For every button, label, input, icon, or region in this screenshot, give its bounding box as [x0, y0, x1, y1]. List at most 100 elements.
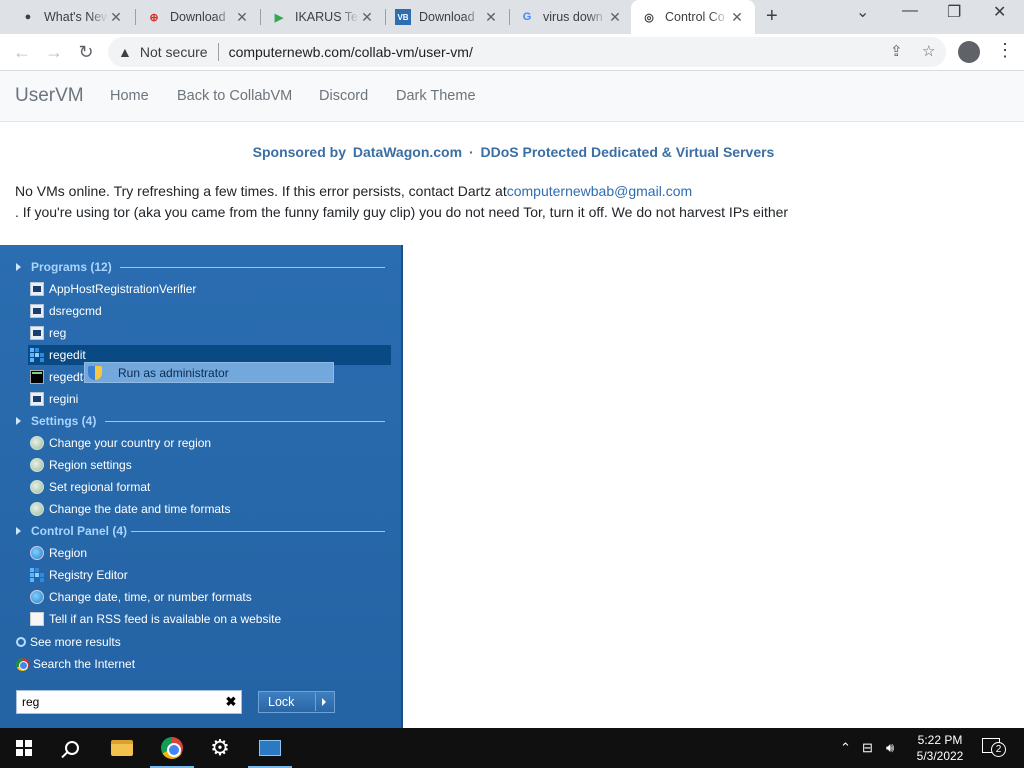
group-divider [120, 267, 385, 268]
result-date-number-formats[interactable]: Change date, time, or number formats [30, 588, 252, 606]
reload-icon[interactable]: ↻ [74, 40, 98, 64]
result-regini[interactable]: regini [30, 390, 78, 408]
result-label: dsregcmd [49, 304, 102, 318]
address-bar[interactable]: ▲ Not secure computernewb.com/collab-vm/… [108, 37, 946, 67]
group-control-panel[interactable]: Control Panel (4) [16, 522, 385, 540]
minimize-icon[interactable]: — [902, 2, 918, 20]
tab-control-collabvm[interactable]: ◎ Control Co ✕ [631, 0, 755, 34]
taskbar-remote-desktop[interactable] [246, 728, 294, 768]
volume-icon[interactable]: 🔊︎ [886, 728, 894, 768]
group-divider [131, 531, 385, 532]
tab-whats-new[interactable]: ● What's New ✕ [10, 0, 134, 34]
antivirus-icon: ⊕ [149, 11, 159, 24]
system-clock[interactable]: 5:22 PM 5/3/2022 [905, 732, 975, 764]
nav-back-to-collabvm[interactable]: Back to CollabVM [177, 88, 292, 104]
lock-options-arrow-icon[interactable] [322, 698, 326, 706]
result-label: Change the date and time formats [49, 502, 231, 516]
group-label: Programs (12) [31, 260, 112, 274]
result-apphostregistrationverifier[interactable]: AppHostRegistrationVerifier [30, 280, 196, 298]
google-icon: G [522, 11, 532, 23]
taskbar-chrome[interactable] [148, 728, 196, 768]
result-region-settings[interactable]: Region settings [30, 456, 132, 474]
result-label: Tell if an RSS feed is available on a we… [49, 612, 282, 626]
close-tab-icon[interactable]: ✕ [729, 9, 745, 26]
globe-clock-icon [30, 436, 44, 450]
exe-icon [30, 304, 44, 318]
tab-download-1[interactable]: ⊕ Download ✕ [136, 0, 260, 34]
clear-search-icon[interactable]: ✖ [221, 694, 241, 710]
result-rss-feed[interactable]: Tell if an RSS feed is available on a we… [30, 610, 281, 628]
start-search-box[interactable]: ✖ [16, 690, 242, 714]
action-center-icon[interactable]: 2 [982, 736, 1006, 758]
start-button[interactable] [0, 728, 48, 768]
show-hidden-icons[interactable]: ⌃ [840, 728, 851, 768]
regedit-icon [30, 568, 44, 582]
region-globe-icon [30, 590, 44, 604]
tab-ikarus[interactable]: ▶ IKARUS Te ✕ [261, 0, 385, 34]
result-label: reg [49, 326, 67, 340]
network-icon[interactable]: ⊟ [862, 728, 873, 768]
nav-discord[interactable]: Discord [319, 88, 368, 104]
result-reg[interactable]: reg [30, 324, 66, 342]
github-icon: ● [24, 11, 32, 23]
restore-icon[interactable]: ❐ [947, 2, 961, 22]
contact-email-link[interactable]: computernewbab@gmail.com [507, 183, 692, 199]
result-label: AppHostRegistrationVerifier [49, 282, 197, 296]
sponsor-separator: · [468, 144, 474, 160]
result-region[interactable]: Region [30, 544, 87, 562]
context-menu-run-as-admin[interactable]: Run as administrator [84, 362, 334, 383]
close-window-icon[interactable]: ✕ [993, 2, 1006, 22]
tab-virus-download[interactable]: G virus down ✕ [509, 0, 633, 34]
new-tab-icon[interactable]: + [766, 5, 778, 28]
nav-dark-theme[interactable]: Dark Theme [396, 88, 476, 104]
close-tab-icon[interactable]: ✕ [108, 9, 124, 26]
result-regional-format[interactable]: Set regional format [30, 478, 150, 496]
result-label: Set regional format [49, 480, 151, 494]
result-label: regedit [49, 348, 86, 362]
result-regedit[interactable]: regedit [30, 346, 86, 364]
tab-title: What's New [44, 10, 108, 24]
profile-avatar-icon[interactable] [958, 41, 980, 63]
start-search-input[interactable] [17, 692, 221, 712]
close-tab-icon[interactable]: ✕ [234, 9, 250, 26]
result-label: Registry Editor [49, 568, 128, 582]
url-text[interactable]: computernewb.com/collab-vm/user-vm/ [229, 44, 473, 60]
share-icon[interactable]: ⇪ [890, 42, 903, 60]
taskbar-settings[interactable]: ⚙ [196, 728, 244, 768]
result-change-country[interactable]: Change your country or region [30, 434, 211, 452]
search-the-internet[interactable]: Search the Internet [16, 655, 135, 673]
browser-menu-icon[interactable]: ⋮ [996, 40, 1014, 61]
expand-arrow-icon [16, 527, 21, 535]
nav-home[interactable]: Home [110, 88, 149, 104]
bookmark-star-icon[interactable]: ☆ [922, 42, 935, 60]
forward-icon[interactable]: → [42, 40, 66, 64]
close-tab-icon[interactable]: ✕ [483, 9, 499, 26]
result-dsregcmd[interactable]: dsregcmd [30, 302, 102, 320]
security-label[interactable]: Not secure [140, 44, 208, 60]
result-registry-editor[interactable]: Registry Editor [30, 566, 128, 584]
globe-clock-icon [30, 458, 44, 472]
group-settings[interactable]: Settings (4) [16, 412, 385, 430]
taskbar-search-button[interactable] [48, 728, 96, 768]
sponsor-name[interactable]: DataWagon.com [353, 144, 462, 160]
clock-date: 5/3/2022 [916, 749, 964, 763]
sponsor-banner[interactable]: Sponsored by DataWagon.com · DDoS Protec… [0, 144, 1024, 160]
lock-button[interactable]: Lock [258, 691, 335, 713]
close-tab-icon[interactable]: ✕ [607, 9, 623, 26]
result-label: Region settings [49, 458, 132, 472]
result-date-time-formats[interactable]: Change the date and time formats [30, 500, 230, 518]
regedit-icon [30, 348, 44, 362]
tab-download-2[interactable]: VB Download ✕ [385, 0, 509, 34]
gear-icon: ⚙ [210, 735, 230, 760]
warning-icon[interactable]: ▲ [118, 44, 132, 60]
lock-divider [315, 693, 316, 711]
back-icon[interactable]: ← [10, 40, 34, 64]
close-tab-icon[interactable]: ✕ [359, 9, 375, 26]
taskbar-file-explorer[interactable] [98, 728, 146, 768]
tab-title: virus down [543, 10, 603, 24]
site-brand[interactable]: UserVM [15, 85, 84, 107]
group-programs[interactable]: Programs (12) [16, 258, 385, 276]
tab-search-icon[interactable]: ⌄ [856, 2, 869, 22]
error-message: No VMs online. Try refreshing a few time… [15, 183, 692, 199]
see-more-results[interactable]: See more results [16, 633, 121, 651]
